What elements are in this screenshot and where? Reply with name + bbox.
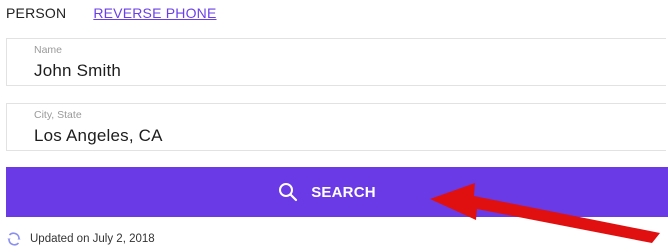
search-button[interactable]: SEARCH <box>6 167 668 217</box>
name-field-value[interactable]: John Smith <box>34 61 121 81</box>
search-button-content: SEARCH <box>278 182 376 202</box>
search-button-label: SEARCH <box>311 183 376 201</box>
updated-text: Updated on July 2, 2018 <box>30 233 155 245</box>
name-field-label: Name <box>34 44 63 56</box>
search-tabs: PERSON REVERSE PHONE <box>6 3 217 23</box>
city-state-field-value[interactable]: Los Angeles, CA <box>34 126 163 146</box>
search-widget: PERSON REVERSE PHONE Name John Smith Cit… <box>0 0 668 252</box>
updated-status: Updated on July 2, 2018 <box>6 231 155 247</box>
search-icon <box>278 182 298 202</box>
city-state-field-label: City, State <box>34 109 82 121</box>
city-state-field[interactable]: City, State Los Angeles, CA <box>6 103 666 151</box>
name-field[interactable]: Name John Smith <box>6 38 666 86</box>
tab-reverse-phone[interactable]: REVERSE PHONE <box>93 5 216 21</box>
tab-person[interactable]: PERSON <box>6 5 66 21</box>
refresh-icon <box>6 231 22 247</box>
